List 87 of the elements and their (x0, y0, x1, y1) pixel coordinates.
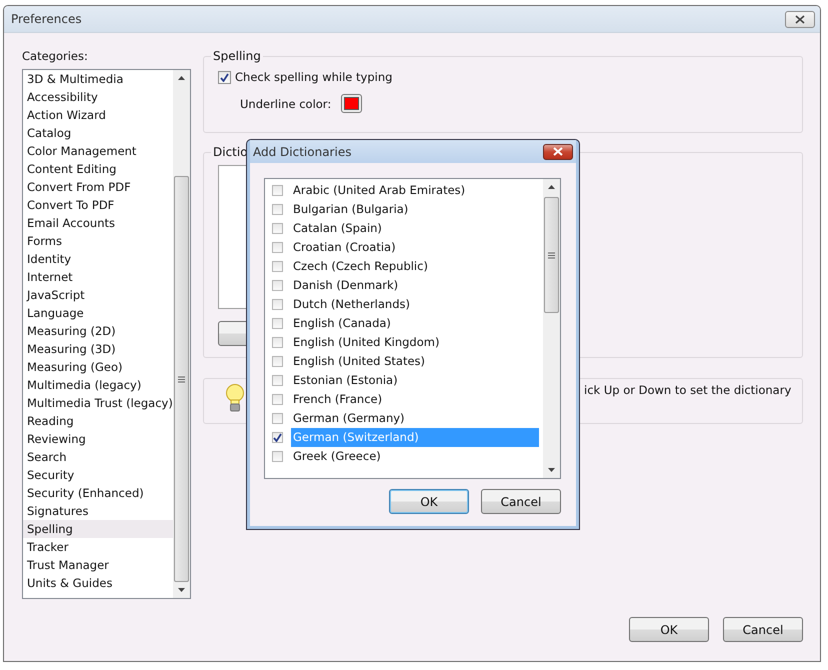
checkbox[interactable] (272, 185, 283, 196)
category-item[interactable]: JavaScript (23, 286, 173, 304)
checkbox[interactable] (218, 70, 231, 84)
dictionary-item[interactable]: Bulgarian (Bulgaria) (291, 200, 539, 219)
checkbox[interactable] (272, 394, 283, 405)
checkbox[interactable] (272, 432, 283, 443)
group-legend: Spelling (211, 49, 263, 63)
cancel-button[interactable]: Cancel (723, 617, 803, 642)
category-item[interactable]: Convert From PDF (23, 178, 173, 196)
checkbox-label: Check spelling while typing (235, 70, 392, 84)
dictionary-item[interactable]: French (France) (291, 390, 539, 409)
checkbox[interactable] (272, 337, 283, 348)
scroll-up-icon[interactable] (548, 185, 555, 189)
dictionary-item[interactable]: Catalan (Spain) (291, 219, 539, 238)
close-icon (795, 14, 805, 24)
checkbox[interactable] (272, 261, 283, 272)
category-item[interactable]: Color Management (23, 142, 173, 160)
category-item[interactable]: Forms (23, 232, 173, 250)
dictionary-item[interactable]: Czech (Czech Republic) (291, 257, 539, 276)
checkbox[interactable] (272, 299, 283, 310)
scrollbar-thumb[interactable] (544, 197, 559, 313)
checkbox[interactable] (272, 318, 283, 329)
dictionary-item[interactable]: Arabic (United Arab Emirates) (291, 181, 539, 200)
category-item[interactable]: Tracker (23, 538, 173, 556)
grip-icon (178, 376, 185, 382)
checkbox[interactable] (272, 375, 283, 386)
dictionary-item[interactable]: German (Germany) (291, 409, 539, 428)
group-legend: Dictio (211, 145, 250, 159)
hint-text: ick Up or Down to set the dictionary (584, 383, 792, 397)
category-item[interactable]: Reviewing (23, 430, 173, 448)
category-item[interactable]: Measuring (Geo) (23, 358, 173, 376)
dictionary-item[interactable]: Estonian (Estonia) (291, 371, 539, 390)
color-picker-button[interactable] (341, 94, 362, 113)
checkbox[interactable] (272, 204, 283, 215)
dialog-title: Add Dictionaries (253, 144, 352, 158)
category-item[interactable]: Spelling (23, 520, 173, 538)
category-item[interactable]: Signatures (23, 502, 173, 520)
category-item[interactable]: Convert To PDF (23, 196, 173, 214)
underline-color-label: Underline color: (240, 96, 332, 110)
category-item[interactable]: Trust Manager (23, 556, 173, 574)
lightbulb-icon (225, 384, 245, 414)
checkbox[interactable] (272, 223, 283, 234)
scroll-up-icon[interactable] (178, 76, 185, 80)
dictionary-item[interactable]: Greek (Greece) (291, 447, 539, 466)
dictionary-item[interactable]: English (Canada) (291, 314, 539, 333)
scrollbar[interactable] (543, 179, 560, 478)
category-item[interactable]: Multimedia Trust (legacy) (23, 394, 173, 412)
window-title: Preferences (11, 12, 82, 26)
category-item[interactable]: Language (23, 304, 173, 322)
category-item[interactable]: Content Editing (23, 160, 173, 178)
checkbox[interactable] (272, 451, 283, 462)
scrollbar-thumb[interactable] (174, 176, 189, 582)
category-item[interactable]: Identity (23, 250, 173, 268)
category-item[interactable]: Catalog (23, 124, 173, 142)
category-item[interactable]: Reading (23, 412, 173, 430)
close-icon (553, 147, 563, 156)
category-item[interactable]: Search (23, 448, 173, 466)
category-item[interactable]: Internet (23, 268, 173, 286)
category-item[interactable]: Multimedia (legacy) (23, 376, 173, 394)
cancel-button[interactable]: Cancel (481, 489, 561, 514)
dictionary-item[interactable]: Croatian (Croatia) (291, 238, 539, 257)
category-item[interactable]: Action Wizard (23, 106, 173, 124)
ok-button[interactable]: OK (629, 617, 709, 642)
category-item[interactable]: Email Accounts (23, 214, 173, 232)
checkbox[interactable] (272, 242, 283, 253)
checkbox[interactable] (272, 413, 283, 424)
checkbox[interactable] (272, 356, 283, 367)
scroll-down-icon[interactable] (178, 588, 185, 592)
dictionary-item[interactable]: English (United States) (291, 352, 539, 371)
category-item[interactable]: Accessibility (23, 88, 173, 106)
close-button[interactable] (785, 10, 815, 28)
category-item[interactable]: Measuring (3D) (23, 340, 173, 358)
grip-icon (548, 252, 555, 258)
category-item[interactable]: Units & Guides (23, 574, 173, 592)
category-item[interactable]: Security (Enhanced) (23, 484, 173, 502)
category-item[interactable]: Security (23, 466, 173, 484)
category-item[interactable]: Measuring (2D) (23, 322, 173, 340)
categories-label: Categories: (22, 49, 89, 65)
dictionary-item[interactable]: Dutch (Netherlands) (291, 295, 539, 314)
dictionary-item[interactable]: English (United Kingdom) (291, 333, 539, 352)
checkbox[interactable] (272, 280, 283, 291)
category-item[interactable]: 3D & Multimedia (23, 70, 173, 88)
dictionary-item[interactable]: Danish (Denmark) (291, 276, 539, 295)
scrollbar[interactable] (173, 70, 190, 598)
close-button[interactable] (543, 144, 573, 160)
scroll-down-icon[interactable] (548, 468, 555, 472)
ok-button[interactable]: OK (389, 489, 469, 514)
